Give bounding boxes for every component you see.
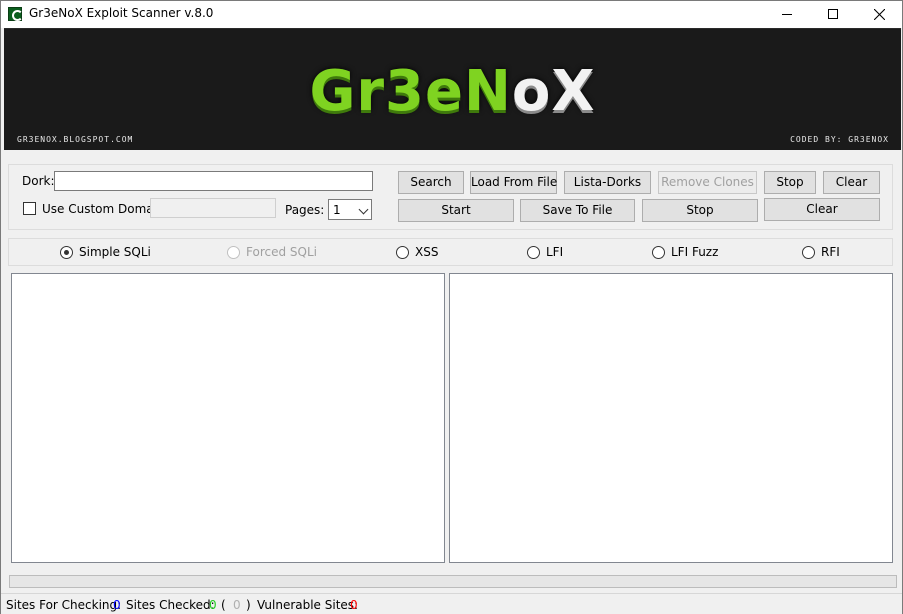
stop-scan-button[interactable]: Stop	[642, 199, 758, 222]
vulnerable-sites-value: 0	[350, 598, 358, 612]
xss-label: XSS	[415, 245, 439, 259]
start-button[interactable]: Start	[398, 199, 514, 222]
maximize-icon	[828, 9, 838, 19]
sites-for-checking-label: Sites For Checking:	[6, 598, 122, 612]
search-button[interactable]: Search	[398, 171, 464, 194]
maximize-button[interactable]	[810, 1, 856, 28]
dork-label: Dork:	[22, 174, 55, 188]
pages-label: Pages:	[285, 203, 325, 217]
simple-sqli-radio[interactable]	[60, 246, 73, 259]
title-bar[interactable]: Gr3eNoX Exploit Scanner v.8.0	[1, 1, 902, 28]
close-icon	[874, 9, 885, 20]
simple-sqli-label: Simple SQLi	[79, 245, 151, 259]
main-window: Gr3eNoX Exploit Scanner v.8.0 Gr3eNoX GR…	[0, 0, 903, 614]
sites-checked-label: Sites Checked:	[126, 598, 215, 612]
rfi-radio[interactable]	[802, 246, 815, 259]
lfi-fuzz-label: LFI Fuzz	[671, 245, 719, 259]
logo-text: Gr3eNoX	[4, 59, 901, 124]
vulnerable-sites-label: Vulnerable Sites:	[257, 598, 359, 612]
chevron-down-icon	[358, 204, 369, 215]
app-flag-icon	[8, 7, 23, 21]
sites-list[interactable]	[11, 273, 445, 563]
load-from-file-button[interactable]: Load From File	[470, 171, 557, 194]
header-banner: Gr3eNoX GR3ENOX.BLOGSPOT.COM CODED BY: G…	[4, 28, 901, 150]
close-button[interactable]	[856, 1, 902, 28]
window-title: Gr3eNoX Exploit Scanner v.8.0	[29, 6, 214, 20]
forced-sqli-label: Forced SQLi	[246, 245, 317, 259]
logo-green-part: Gr3eN	[309, 59, 512, 124]
sites-pending-value: 0	[233, 598, 241, 612]
logo-white-part: oX	[511, 59, 596, 124]
stop-search-button[interactable]: Stop	[764, 171, 816, 194]
custom-domain-input	[150, 198, 276, 218]
author-credit-text: CODED BY: GR3ENOX	[790, 135, 889, 144]
dork-input[interactable]	[54, 171, 373, 191]
paren-open: (	[221, 598, 226, 612]
lfi-radio[interactable]	[527, 246, 540, 259]
status-bar: Sites For Checking: 0 Sites Checked: 0 (…	[1, 593, 902, 614]
clear-search-button[interactable]: Clear	[823, 171, 880, 194]
paren-close: )	[246, 598, 251, 612]
pages-select-value: 1	[333, 203, 341, 217]
remove-clones-button[interactable]: Remove Clones	[658, 171, 757, 194]
sites-checked-value: 0	[209, 598, 217, 612]
forced-sqli-radio	[227, 246, 240, 259]
lfi-fuzz-radio[interactable]	[652, 246, 665, 259]
sites-for-checking-value: 0	[113, 598, 121, 612]
lfi-label: LFI	[546, 245, 564, 259]
clear-results-button[interactable]: Clear	[764, 198, 880, 221]
blog-url-text: GR3ENOX.BLOGSPOT.COM	[17, 135, 134, 144]
custom-domain-checkbox[interactable]	[23, 202, 36, 215]
minimize-button[interactable]	[764, 1, 810, 28]
lista-dorks-button[interactable]: Lista-Dorks	[564, 171, 651, 194]
pages-select[interactable]: 1	[328, 199, 372, 220]
rfi-label: RFI	[821, 245, 840, 259]
scan-progress-bar	[9, 575, 897, 588]
vulnerable-sites-list[interactable]	[449, 273, 893, 563]
save-to-file-button[interactable]: Save To File	[520, 199, 635, 222]
xss-radio[interactable]	[396, 246, 409, 259]
minimize-icon	[782, 14, 792, 15]
